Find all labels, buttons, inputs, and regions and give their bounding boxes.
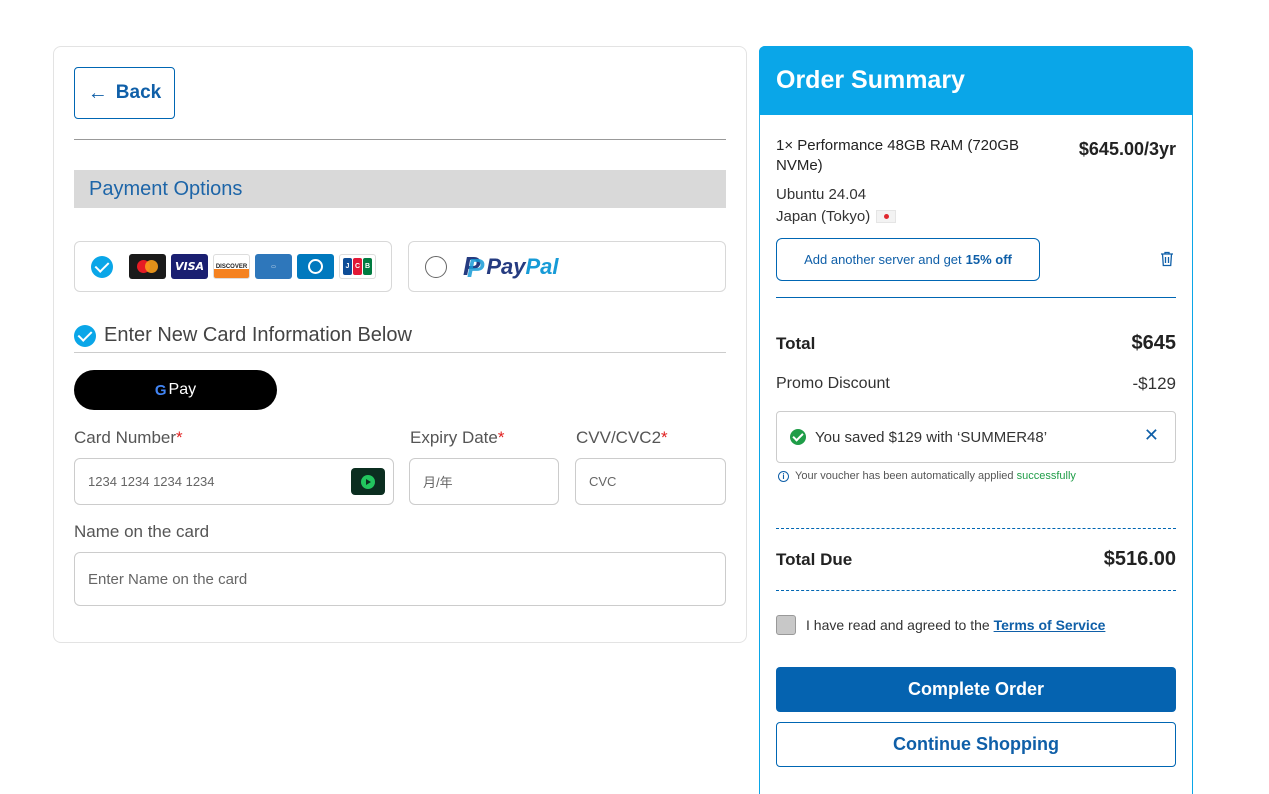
voucher-note-success: successfully [1016,470,1076,482]
total-value: $645 [1131,332,1177,354]
new-card-toggle[interactable]: Enter New Card Information Below [74,324,412,347]
divider [74,352,726,353]
google-pay-button[interactable]: G Pay [74,370,277,410]
card-payment-option[interactable]: VISA DISCOVER ▭ JCB [74,241,392,292]
radio-checked-icon[interactable] [91,255,113,278]
back-label: Back [115,82,162,103]
close-icon[interactable]: ✕ [1144,425,1159,446]
paypal-pay-text: Pay [486,253,526,279]
new-card-label: Enter New Card Information Below [104,324,412,346]
jcb-icon: JCB [339,254,376,279]
total-due-value: $516.00 [1103,548,1176,570]
paypal-logo: P PayPal [463,251,559,284]
back-button[interactable]: ← Back [74,67,175,119]
item-os: Ubuntu 24.04 [776,186,867,203]
info-icon: i [778,470,789,482]
order-summary-title: Order Summary [759,46,1193,115]
card-brand-logos: VISA DISCOVER ▭ JCB [129,254,376,279]
promo-value: -$129 [1132,374,1176,393]
total-label: Total [776,334,816,353]
visa-icon: VISA [171,254,208,279]
item-name: 1× Performance 48GB RAM (720GB NVMe) [776,137,1020,174]
cvv-placeholder: CVC [589,474,617,489]
voucher-note-text: Your voucher has been automatically appl… [795,470,1014,482]
terms-checkbox[interactable] [776,615,796,635]
check-circle-icon [790,429,806,445]
dashed-divider [776,590,1176,591]
terms-of-service-link[interactable]: Terms of Service [994,617,1106,633]
add-server-discount: 15% off [965,252,1012,267]
paypal-pal-text: Pal [525,253,559,279]
item-location-text: Japan (Tokyo) [776,208,871,225]
payment-panel: ← Back Payment Options VISA DISCOVER ▭ J… [53,46,747,643]
card-number-placeholder: 1234 1234 1234 1234 [88,474,215,489]
item-price: $645.00/3yr [1078,139,1176,159]
name-placeholder: Enter Name on the card [88,570,248,588]
trash-icon[interactable] [1160,251,1174,267]
section-title: Payment Options [74,170,726,208]
radio-unchecked-icon[interactable] [425,255,447,278]
add-server-text: Add another server and get [804,252,962,267]
divider [74,139,726,140]
item-location: Japan (Tokyo) [776,208,897,225]
voucher-text: You saved $129 with ‘SUMMER48’ [815,428,1048,446]
diners-icon [297,254,334,279]
divider [776,297,1176,298]
check-circle-icon[interactable] [74,324,96,347]
expiry-label: Expiry Date* [410,428,505,447]
expiry-input[interactable]: 月/年 [409,458,559,505]
promo-label: Promo Discount [776,375,890,392]
dashed-divider [776,528,1176,529]
google-pay-label: Pay [168,381,197,398]
card-number-input[interactable]: 1234 1234 1234 1234 [74,458,394,505]
paypal-payment-option[interactable]: P PayPal [408,241,726,292]
voucher-note: i Your voucher has been automatically ap… [778,470,1076,482]
total-due-label: Total Due [776,550,853,569]
japan-flag-icon [876,210,897,223]
paypal-icon: P [463,251,485,284]
arrow-left-icon: ← [87,82,108,104]
continue-shopping-button[interactable]: Continue Shopping [776,722,1176,767]
voucher-applied-box: You saved $129 with ‘SUMMER48’ ✕ [776,411,1176,463]
add-server-button[interactable]: Add another server and get 15% off [776,238,1040,281]
complete-order-button[interactable]: Complete Order [776,667,1176,712]
amex-icon: ▭ [255,254,292,279]
terms-row: I have read and agreed to the Terms of S… [776,615,1105,635]
expiry-placeholder: 月/年 [423,475,453,490]
order-summary-panel: Order Summary 1× Performance 48GB RAM (7… [759,46,1193,794]
discover-icon: DISCOVER [213,254,250,279]
cvv-label: CVV/CVC2* [576,428,668,447]
name-on-card-label: Name on the card [74,522,210,541]
name-on-card-input[interactable]: Enter Name on the card [74,552,726,606]
cvv-input[interactable]: CVC [575,458,726,505]
mastercard-icon [129,254,166,279]
google-icon: G [154,381,167,399]
card-number-label: Card Number* [74,428,183,447]
card-link-button[interactable] [351,468,385,495]
play-arrow-icon [361,474,375,489]
terms-text: I have read and agreed to the [806,617,990,633]
